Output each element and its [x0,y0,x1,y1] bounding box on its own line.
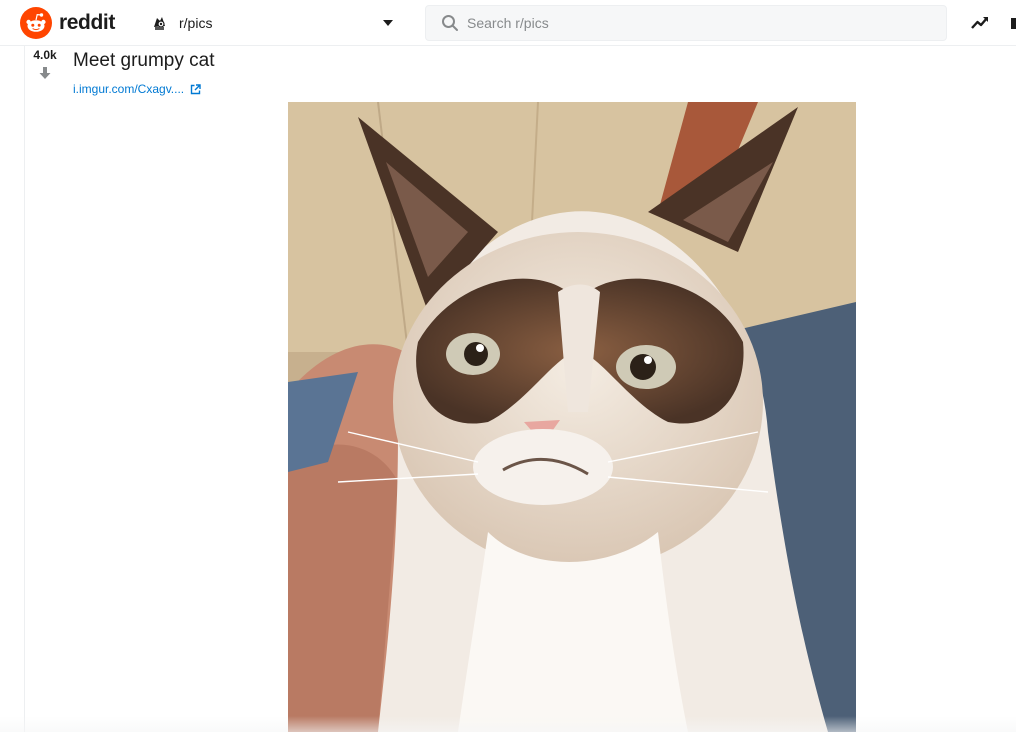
community-avatar-icon [148,12,170,34]
vote-column: 4.0k [26,48,64,80]
community-dropdown[interactable]: r/pics [140,6,404,40]
search-bar [425,5,947,41]
downvote-arrow-icon[interactable] [38,66,52,80]
post-title[interactable]: Meet grumpy cat [73,50,215,72]
top-navbar: reddit r/pics [0,0,1016,46]
overflow-edge-icon[interactable] [1011,18,1016,29]
community-name: r/pics [179,15,213,31]
trending-icon[interactable] [970,13,990,33]
search-icon [442,15,458,31]
post-link-text: i.imgur.com/Cxagv.... [73,82,185,96]
external-link-icon [190,83,201,94]
reddit-logo-link[interactable]: reddit [20,7,115,39]
reddit-wordmark: reddit [59,11,115,34]
post-external-link[interactable]: i.imgur.com/Cxagv.... [73,82,201,96]
post-image[interactable] [288,102,856,732]
post-left-border [24,46,25,732]
grumpy-cat-photo [288,102,856,732]
caret-down-icon [383,20,393,26]
search-input[interactable] [467,8,927,38]
post-score: 4.0k [33,48,57,62]
reddit-alien-icon [20,7,52,39]
